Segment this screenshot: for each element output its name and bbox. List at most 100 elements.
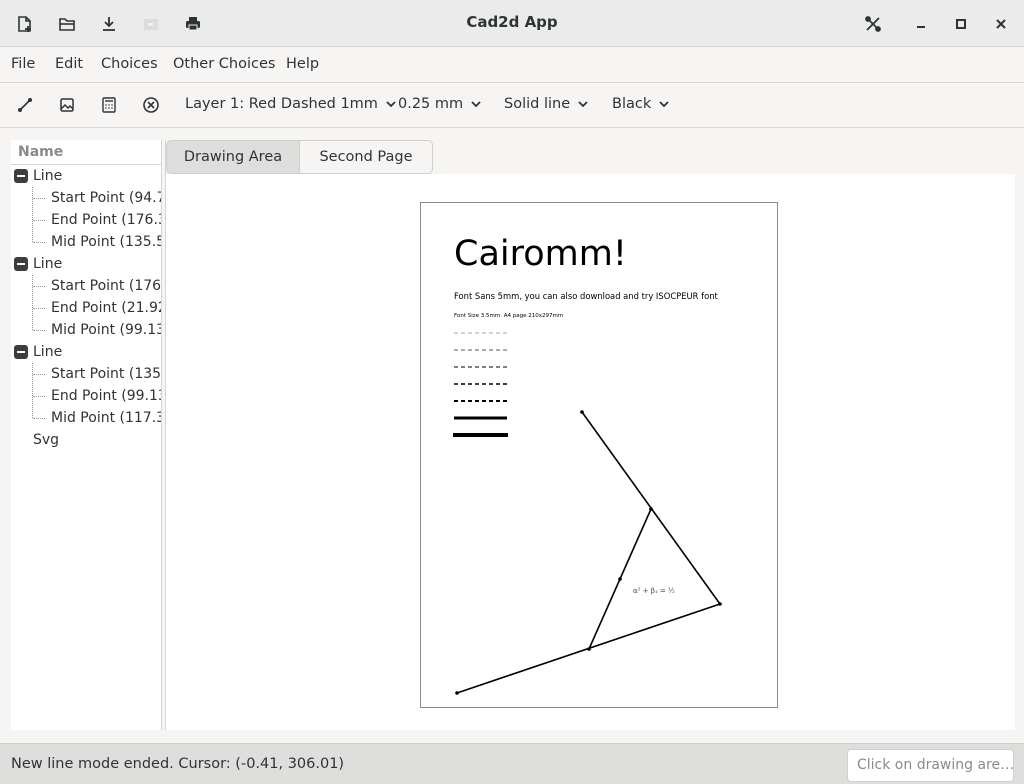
tree-connector	[33, 374, 45, 375]
image-tool-button[interactable]	[56, 94, 78, 116]
a4-page[interactable]: Cairomm! Font Sans 5mm, you can also dow…	[420, 202, 778, 708]
tree-connector	[33, 286, 45, 287]
command-entry[interactable]: Click on drawing are…	[847, 749, 1014, 782]
calculator-icon	[102, 97, 116, 113]
drawing-canvas[interactable]: Cairomm! Font Sans 5mm, you can also dow…	[166, 174, 1015, 730]
line-tool-button[interactable]	[14, 94, 36, 116]
collapse-icon[interactable]	[14, 169, 28, 183]
tree-connector	[32, 275, 33, 330]
collapse-icon[interactable]	[14, 257, 28, 271]
image-icon	[60, 98, 74, 112]
color-value: Black	[612, 96, 652, 112]
tab-second-page[interactable]: Second Page	[299, 140, 433, 174]
line-style-dropdown[interactable]: Solid line	[504, 96, 589, 112]
tree-connector	[33, 308, 45, 309]
chevron-down-icon	[659, 101, 669, 108]
image-placeholder-icon	[144, 19, 158, 30]
folder-open-icon	[59, 18, 75, 31]
line-width-value: 0.25 mm	[398, 96, 464, 112]
tree-connector	[33, 396, 45, 397]
tab-drawing-area[interactable]: Drawing Area	[166, 140, 300, 174]
line-tool-icon	[18, 98, 32, 112]
page-text-line-2: Font Size 3.5mm. A4 page 210x297mm	[454, 313, 563, 319]
tree-row-mid-point[interactable]: Mid Point (135.55	[51, 231, 161, 253]
object-tree[interactable]: Name Line Start Point (94.76 End Point (…	[11, 140, 162, 730]
close-button[interactable]	[985, 8, 1017, 40]
status-message: New line mode ended. Cursor: (-0.41, 306…	[11, 756, 345, 772]
color-dropdown[interactable]: Black	[612, 96, 670, 112]
tree-connector	[33, 220, 45, 221]
tools-icon	[865, 16, 881, 32]
menu-help[interactable]: Help	[286, 56, 319, 72]
tree-row-end-point[interactable]: End Point (99.13,	[51, 385, 161, 407]
status-bar: New line mode ended. Cursor: (-0.41, 306…	[0, 743, 1024, 784]
new-file-icon	[18, 16, 31, 32]
tree-row-mid-point[interactable]: Mid Point (99.13,	[51, 319, 161, 341]
tree-connector	[33, 242, 45, 243]
tree-row-label: Line	[33, 256, 63, 272]
menu-file[interactable]: File	[11, 56, 35, 72]
tree-row-label: Line	[33, 344, 63, 360]
image-export-button[interactable]	[135, 8, 167, 40]
line-style-samples	[453, 332, 508, 437]
tree-row-start-point[interactable]: Start Point (135.5	[51, 363, 161, 385]
tree-row-mid-point[interactable]: Mid Point (117.34	[51, 407, 161, 429]
point-marker[interactable]	[649, 507, 653, 511]
point-marker[interactable]	[455, 691, 459, 695]
menu-bar: File Edit Choices Other Choices Help	[0, 47, 1024, 83]
calculator-button[interactable]	[98, 94, 120, 116]
point-marker[interactable]	[718, 602, 722, 606]
download-button[interactable]	[93, 8, 125, 40]
collapse-icon[interactable]	[14, 345, 28, 359]
tree-row-svg[interactable]: Svg	[33, 429, 59, 451]
tree-row-line-2[interactable]: Line	[11, 253, 161, 275]
tree-row-line-3[interactable]: Line	[11, 341, 161, 363]
tree-row-line-1[interactable]: Line	[11, 165, 161, 187]
menu-other-choices[interactable]: Other Choices	[173, 56, 275, 72]
tree-connector	[32, 187, 33, 242]
tree-row-start-point[interactable]: Start Point (176.3	[51, 275, 161, 297]
new-file-button[interactable]	[9, 8, 41, 40]
menu-edit[interactable]: Edit	[55, 56, 83, 72]
drawn-lines	[456, 411, 721, 694]
download-icon	[103, 17, 115, 31]
tree-column-header[interactable]: Name	[11, 140, 161, 165]
minimize-icon	[917, 26, 925, 28]
line-width-dropdown[interactable]: 0.25 mm	[398, 96, 482, 112]
chevron-down-icon	[471, 101, 481, 108]
print-icon	[186, 17, 200, 31]
close-icon	[996, 19, 1006, 29]
maximize-button[interactable]	[945, 8, 977, 40]
menu-choices[interactable]: Choices	[101, 56, 158, 72]
point-marker[interactable]	[618, 577, 622, 581]
tree-connector	[32, 363, 33, 418]
open-file-button[interactable]	[51, 8, 83, 40]
tree-row-label: Line	[33, 168, 63, 184]
print-button[interactable]	[177, 8, 209, 40]
maximize-icon	[956, 19, 966, 29]
minimize-button[interactable]	[905, 8, 937, 40]
tree-row-start-point[interactable]: Start Point (94.76	[51, 187, 161, 209]
point-marker[interactable]	[587, 647, 591, 651]
tree-connector	[33, 418, 45, 419]
layer-dropdown-value: Layer 1: Red Dashed 1mm	[185, 96, 378, 112]
page-text-line-1: Font Sans 5mm, you can also download and…	[454, 291, 718, 301]
layer-dropdown[interactable]: Layer 1: Red Dashed 1mm	[185, 96, 397, 112]
page-heading: Cairomm!	[454, 234, 627, 274]
preferences-button[interactable]	[857, 8, 889, 40]
cancel-tool-button[interactable]	[140, 94, 162, 116]
point-marker[interactable]	[580, 410, 584, 414]
toolbar: Layer 1: Red Dashed 1mm 0.25 mm Solid li…	[0, 83, 1024, 128]
page-formula: α² + β₁ = ½	[633, 587, 675, 595]
chevron-down-icon	[386, 101, 396, 108]
tree-connector	[33, 330, 45, 331]
chevron-down-icon	[578, 101, 588, 108]
line-points	[455, 410, 722, 695]
tree-row-end-point[interactable]: End Point (21.92,	[51, 297, 161, 319]
page-drawing: Cairomm! Font Sans 5mm, you can also dow…	[453, 234, 722, 695]
tree-row-end-point[interactable]: End Point (176.34	[51, 209, 161, 231]
cancel-circle-icon	[143, 97, 159, 113]
title-bar: Cad2d App	[0, 0, 1024, 47]
line-style-value: Solid line	[504, 96, 571, 112]
tree-connector	[33, 198, 45, 199]
